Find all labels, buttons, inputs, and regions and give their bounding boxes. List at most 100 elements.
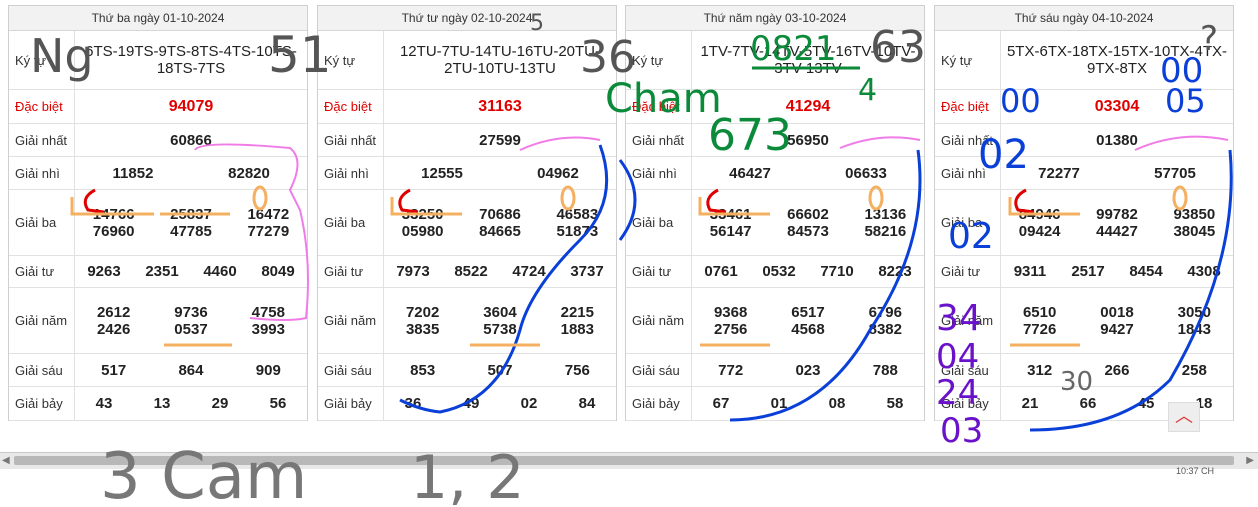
prize-number: 84946 <box>1018 205 1061 223</box>
result-panel-2: Thứ tư ngày 02-10-2024 Ký tự 12TU-7TU-14TU… <box>317 5 617 421</box>
prize-label: Giải ba <box>318 190 384 255</box>
chevron-up-icon: ︿ <box>1175 406 1193 426</box>
prize-number: 01 <box>770 395 788 412</box>
prize-number: 312 <box>1027 361 1053 379</box>
scroll-to-top-button[interactable]: ︿ <box>1168 402 1200 432</box>
prize-label: Giải năm <box>935 288 1001 353</box>
prize-number: 9736 <box>174 303 208 321</box>
prize-values: 33250 70686 46583 05980 84665 51873 <box>384 190 616 255</box>
prize-label: Giải năm <box>626 288 692 353</box>
prize-number: 29 <box>211 395 229 412</box>
prize-label: Giải năm <box>318 288 384 353</box>
panel-date-title: Thứ ba ngày 01-10-2024 <box>9 6 307 31</box>
prize-number: 13 <box>153 395 171 412</box>
prize-number: 84573 <box>787 222 829 240</box>
prize-number: 56950 <box>787 131 829 149</box>
prize-number: 57705 <box>1154 164 1196 182</box>
prize-values: 03304 <box>1001 90 1233 123</box>
prize-number: 7726 <box>1022 320 1057 338</box>
scroll-right-icon[interactable]: ▶ <box>1246 455 1254 466</box>
prize-number: 43 <box>95 395 113 412</box>
prize-number: 66 <box>1079 395 1097 412</box>
prize-number: 33250 <box>401 205 444 223</box>
prize-number: 56 <box>269 395 287 412</box>
result-panel-3: Thứ năm ngày 03-10-2024 Ký tự 1TV-7TV-14TV… <box>625 5 925 421</box>
kytu-value: 12TU-7TU-14TU-16TU-20TU-2TU-10TU-13TU <box>399 43 601 77</box>
prize-label: Giải nhì <box>318 157 384 189</box>
prize-number: 7202 <box>405 303 440 321</box>
prize-label: Giải nhì <box>935 157 1001 189</box>
prize-row: Giải ba 84946 99782 93850 09424 44427 38045 <box>935 190 1233 256</box>
prize-number: 41294 <box>785 97 831 115</box>
prize-values: 43 13 29 56 <box>75 387 307 420</box>
scroll-left-icon[interactable]: ◀ <box>2 455 10 466</box>
prize-values: 312 266 258 <box>1001 354 1233 386</box>
prize-number: 2351 <box>145 263 179 280</box>
prize-label: Đặc biệt <box>318 90 384 123</box>
prize-number: 4568 <box>791 320 825 338</box>
prize-number: 44427 <box>1096 222 1138 240</box>
prize-label: Giải ba <box>935 190 1001 255</box>
prize-row: Đặc biệt 31163 <box>318 90 616 124</box>
prize-row: Giải nhì 11852 82820 <box>9 157 307 190</box>
prize-number: 13136 <box>864 205 907 223</box>
prize-label: Giải sáu <box>626 354 692 386</box>
prize-number: 36 <box>404 395 422 412</box>
prize-label: Giải nhất <box>935 124 1001 156</box>
prize-number: 909 <box>255 361 281 379</box>
prize-values: 46427 06633 <box>692 157 924 189</box>
prize-values: 01380 <box>1001 124 1233 156</box>
prize-row: Giải sáu 517 864 909 <box>9 354 307 387</box>
prize-number: 27599 <box>479 131 521 149</box>
prize-row: Giải năm 2612 9736 4758 2426 0537 3993 <box>9 288 307 354</box>
prize-values: 14766 25837 16472 76960 47785 77279 <box>75 190 307 255</box>
horizontal-scrollbar[interactable]: ◀ ▶ <box>0 452 1258 469</box>
prize-number: 9263 <box>87 263 121 280</box>
prize-number: 4724 <box>512 263 546 280</box>
prize-row: Giải nhất 27599 <box>318 124 616 157</box>
prize-number: 0532 <box>762 263 796 280</box>
prize-number: 6796 <box>868 303 902 321</box>
prize-row: Đặc biệt 03304 <box>935 90 1233 124</box>
prize-number: 3604 <box>483 303 517 321</box>
panel-date-title: Thứ năm ngày 03-10-2024 <box>626 6 924 31</box>
prize-number: 16472 <box>247 205 290 223</box>
scroll-thumb[interactable] <box>14 456 1234 465</box>
kytu-value: 6TS-19TS-9TS-8TS-4TS-10TS-18TS-7TS <box>85 43 297 77</box>
prize-number: 76960 <box>92 222 135 240</box>
prize-label: Giải sáu <box>318 354 384 386</box>
prize-number: 2517 <box>1071 263 1105 280</box>
prize-label: Giải sáu <box>935 354 1001 386</box>
prize-number: 14766 <box>92 205 135 223</box>
prize-row: Giải bảy 67 01 08 58 <box>626 387 924 421</box>
prize-number: 772 <box>718 361 744 379</box>
prize-values: 56950 <box>692 124 924 156</box>
prize-label: Đặc biệt <box>626 90 692 123</box>
prize-number: 4460 <box>203 263 237 280</box>
prize-number: 21 <box>1021 395 1039 412</box>
prize-row: Giải tư 9263 2351 4460 8049 <box>9 256 307 288</box>
prize-number: 1883 <box>560 320 594 338</box>
prize-number: 60866 <box>170 131 212 149</box>
prize-values: 7973 8522 4724 3737 <box>384 256 616 287</box>
prize-label: Giải nhì <box>626 157 692 189</box>
prize-row: Giải sáu 312 266 258 <box>935 354 1233 387</box>
prize-label: Đặc biệt <box>9 90 75 123</box>
prize-number: 77279 <box>247 222 290 240</box>
prize-number: 0761 <box>704 263 738 280</box>
prize-number: 266 <box>1104 361 1130 379</box>
prize-values: 31163 <box>384 90 616 123</box>
prize-number: 9368 <box>713 303 748 321</box>
prize-row: Giải nhất 01380 <box>935 124 1233 157</box>
prize-row: Giải ba 33461 66602 13136 56147 84573 58216 <box>626 190 924 256</box>
prize-number: 12555 <box>421 164 463 182</box>
taskbar-clock: 10:37 CH <box>1175 466 1214 476</box>
prize-number: 01380 <box>1096 131 1138 149</box>
prize-values: 9263 2351 4460 8049 <box>75 256 307 287</box>
kytu-label: Ký tự <box>935 31 1001 89</box>
kytu-value: 5TX-6TX-18TX-15TX-10TX-4TX-9TX-8TX <box>1006 43 1228 77</box>
prize-number: 7710 <box>820 263 854 280</box>
prize-number: 08 <box>828 395 846 412</box>
prize-values: 12555 04962 <box>384 157 616 189</box>
prize-number: 46427 <box>729 164 771 182</box>
